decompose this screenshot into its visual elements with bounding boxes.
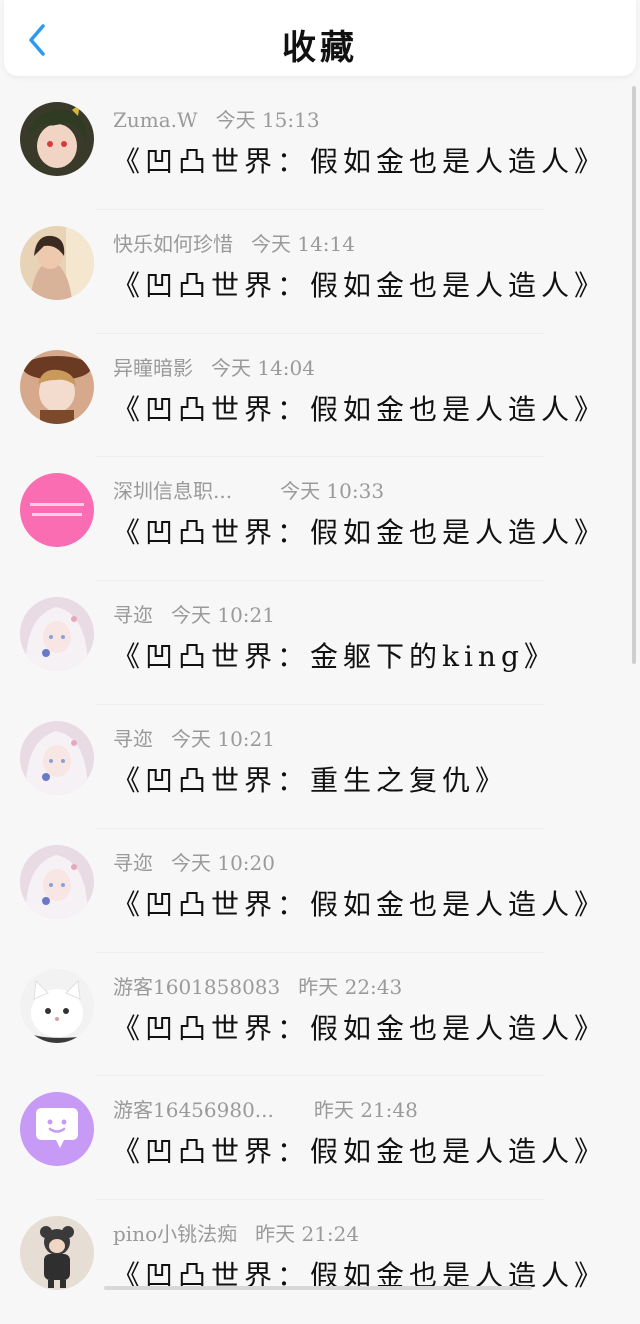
item-title[interactable]: 《凹凸世界：假如金也是人造人》 (112, 511, 607, 551)
timestamp: 今天 10:33 (280, 479, 385, 504)
item-title[interactable]: 《凹凸世界：假如金也是人造人》 (112, 264, 607, 304)
avatar[interactable] (20, 102, 94, 176)
timestamp: 昨天 21:24 (255, 1222, 360, 1247)
timestamp: 今天 10:20 (171, 850, 275, 875)
avatar[interactable] (20, 1216, 94, 1291)
timestamp: 今天 14:04 (211, 355, 315, 380)
item-meta: 游客16456980... 昨天 21:48 (113, 1094, 418, 1123)
timestamp: 昨天 21:48 (313, 1098, 418, 1123)
item-meta: 快乐如何珍惜 今天 14:14 (113, 228, 355, 257)
item-title[interactable]: 《凹凸世界：假如金也是人造人》 (112, 140, 607, 180)
list-item[interactable]: Zuma.W 今天 15:13 《凹凸世界：假如金也是人造人》 (0, 86, 640, 210)
horizontal-scrollbar[interactable] (104, 1286, 532, 1290)
username[interactable]: Zuma.W (113, 108, 198, 132)
item-meta: 寻迩 今天 10:20 (113, 847, 275, 876)
chat-bubble-icon (20, 1092, 94, 1167)
list-item[interactable]: 寻迩 今天 10:20 《凹凸世界：假如金也是人造人》 (0, 829, 640, 953)
list-item[interactable]: 快乐如何珍惜 今天 14:14 《凹凸世界：假如金也是人造人》 (0, 210, 640, 334)
item-meta: pino小铫法痴 昨天 21:24 (113, 1218, 359, 1247)
item-title[interactable]: 《凹凸世界：重生之复仇》 (112, 759, 508, 799)
timestamp: 今天 10:21 (171, 726, 275, 751)
timestamp: 今天 10:21 (171, 603, 275, 628)
list-item[interactable]: 游客16456980... 昨天 21:48 《凹凸世界：假如金也是人造人》 (0, 1076, 640, 1201)
list-item[interactable]: 寻迩 今天 10:21 《凹凸世界：重生之复仇》 (0, 705, 640, 829)
list-item[interactable]: 寻迩 今天 10:21 《凹凸世界：金躯下的king》 (0, 581, 640, 705)
username[interactable]: 寻迩 (113, 851, 153, 875)
avatar[interactable] (20, 597, 94, 672)
item-title[interactable]: 《凹凸世界：假如金也是人造人》 (112, 1130, 607, 1170)
avatar[interactable] (20, 349, 94, 424)
item-title[interactable]: 《凹凸世界：金躯下的king》 (112, 635, 557, 675)
avatar[interactable] (20, 844, 94, 919)
item-title[interactable]: 《凹凸世界：假如金也是人造人》 (112, 388, 607, 428)
username[interactable]: 异瞳暗影 (113, 356, 193, 380)
username[interactable]: 游客16456980... (113, 1098, 274, 1122)
username[interactable]: 深圳信息职... (113, 479, 232, 503)
favorites-list: Zuma.W 今天 15:13 《凹凸世界：假如金也是人造人》 快乐如何珍惜 今天 … (0, 86, 640, 1324)
username[interactable]: 寻迩 (113, 603, 153, 627)
vertical-scrollbar[interactable] (632, 86, 636, 664)
avatar[interactable] (20, 225, 94, 300)
username[interactable]: 游客1601858083 (113, 975, 280, 999)
top-bar: 收藏 (4, 0, 636, 76)
item-meta: 异瞳暗影 今天 14:04 (113, 352, 315, 381)
timestamp: 今天 15:13 (215, 108, 320, 132)
list-item[interactable]: pino小铫法痴 昨天 21:24 《凹凸世界：假如金也是人造人》 (0, 1200, 640, 1324)
item-meta: 寻迩 今天 10:21 (113, 723, 275, 752)
page-title: 收藏 (282, 28, 358, 68)
username[interactable]: 寻迩 (113, 727, 153, 751)
timestamp: 昨天 22:43 (298, 974, 403, 999)
avatar[interactable] (20, 720, 94, 795)
item-title[interactable]: 《凹凸世界：假如金也是人造人》 (112, 883, 607, 923)
avatar[interactable] (20, 968, 94, 1043)
username[interactable]: pino小铫法痴 (113, 1222, 237, 1246)
item-meta: 游客1601858083 昨天 22:43 (113, 971, 402, 1000)
list-item[interactable]: 深圳信息职... 今天 10:33 《凹凸世界：假如金也是人造人》 (0, 457, 640, 582)
username[interactable]: 快乐如何珍惜 (113, 232, 233, 256)
list-item[interactable]: 异瞳暗影 今天 14:04 《凹凸世界：假如金也是人造人》 (0, 334, 640, 458)
list-item[interactable]: 游客1601858083 昨天 22:43 《凹凸世界：假如金也是人造人》 (0, 953, 640, 1077)
item-meta: Zuma.W 今天 15:13 (113, 104, 320, 133)
item-title[interactable]: 《凹凸世界：假如金也是人造人》 (112, 1007, 607, 1047)
item-meta: 深圳信息职... 今天 10:33 (113, 475, 384, 504)
item-meta: 寻迩 今天 10:21 (113, 599, 275, 628)
timestamp: 今天 14:14 (251, 231, 355, 256)
avatar[interactable] (20, 473, 94, 548)
avatar[interactable] (20, 1092, 94, 1167)
